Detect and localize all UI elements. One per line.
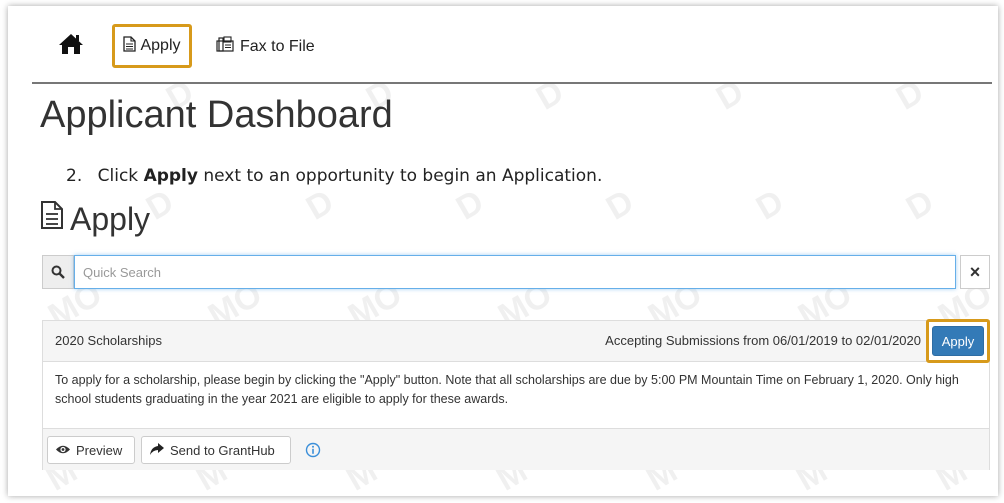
- send-to-granthub-label: Send to GrantHub: [170, 442, 275, 458]
- instruction-prefix: Click: [97, 166, 139, 186]
- info-icon[interactable]: [305, 442, 321, 458]
- watermark-demo: D: [599, 182, 641, 228]
- search-icon: [42, 255, 74, 289]
- close-icon[interactable]: ×: [960, 255, 990, 289]
- submission-dates: Accepting Submissions from 06/01/2019 to…: [605, 333, 921, 348]
- nav-fax-label: Fax to File: [240, 37, 315, 55]
- watermark-demo: D: [899, 182, 941, 228]
- opportunity-footer: Preview Send to GrantHub: [43, 428, 989, 470]
- nav-apply-label: Apply: [140, 37, 181, 54]
- page-frame: D D D D D D D D D D D MO MO MO MO MO MO …: [8, 6, 998, 496]
- eye-icon: [55, 443, 71, 458]
- opportunity-panel: 2020 Scholarships Accepting Submissions …: [42, 319, 990, 470]
- step-number: 2.: [66, 166, 83, 186]
- instruction-suffix: next to an opportunity to begin an Appli…: [203, 166, 603, 186]
- section-title: Apply: [70, 200, 151, 237]
- home-icon[interactable]: [58, 32, 84, 58]
- preview-label: Preview: [76, 442, 123, 458]
- opportunity-header: 2020 Scholarships Accepting Submissions …: [43, 319, 990, 363]
- preview-button[interactable]: Preview: [47, 436, 135, 464]
- apply-button-highlight: Apply: [926, 319, 990, 363]
- nav-fax-to-file-link[interactable]: Fax to File: [216, 36, 315, 57]
- share-arrow-icon: [149, 442, 165, 459]
- nav-apply-button[interactable]: Apply: [112, 24, 192, 68]
- opportunity-description: To apply for a scholarship, please begin…: [55, 373, 959, 406]
- section-heading: Apply: [40, 200, 150, 238]
- search-input[interactable]: [74, 255, 956, 289]
- watermark-demo: D: [299, 182, 341, 228]
- watermark-demo: D: [749, 182, 791, 228]
- instruction-bold: Apply: [143, 166, 198, 186]
- document-icon: [40, 200, 64, 238]
- instruction-step: 2. Click Apply next to an opportunity to…: [66, 166, 602, 186]
- top-nav: Apply Fax to File: [32, 6, 992, 84]
- page-title: Applicant Dashboard: [40, 94, 393, 136]
- watermark-demo: D: [449, 182, 491, 228]
- opportunity-name: 2020 Scholarships: [55, 333, 162, 348]
- send-to-granthub-button[interactable]: Send to GrantHub: [141, 436, 291, 464]
- search-bar: ×: [42, 255, 990, 289]
- apply-button[interactable]: Apply: [932, 326, 984, 356]
- document-icon: [123, 35, 137, 57]
- fax-icon: [216, 36, 234, 57]
